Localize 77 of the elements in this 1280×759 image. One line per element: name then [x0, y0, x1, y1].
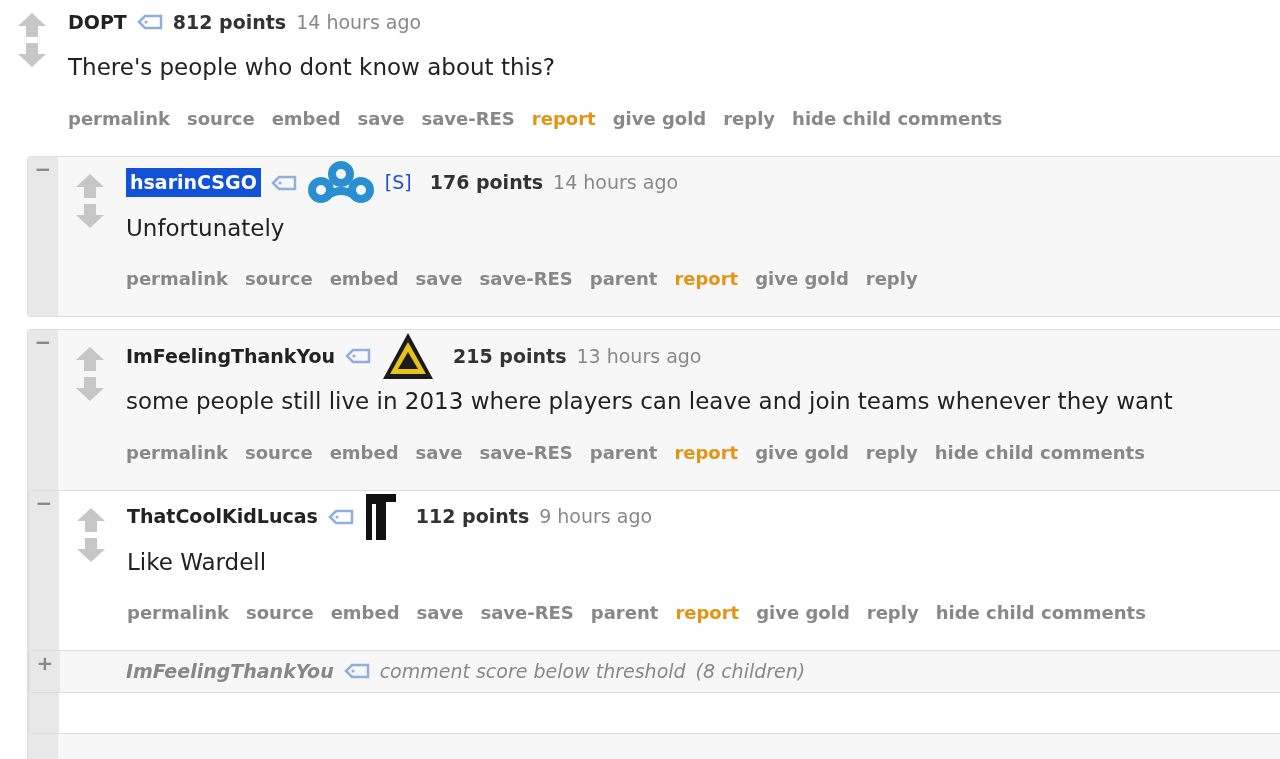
action-link[interactable]: save-RES	[479, 265, 573, 292]
downvote-icon[interactable]	[75, 376, 105, 402]
collapse-button[interactable]: −	[34, 330, 52, 354]
tag-icon	[270, 174, 297, 191]
triangle-icon	[381, 331, 436, 381]
username-link[interactable]: ImFeelingThankYou	[126, 341, 336, 371]
points-count: 112 points	[415, 504, 530, 530]
comment-text: Unfortunately	[126, 213, 286, 243]
action-link[interactable]: save	[357, 104, 405, 132]
action-link[interactable]: reply	[866, 599, 919, 626]
comment-text: some people still live in 2013 where players can leave and join teams whenever they want	[126, 387, 1174, 416]
collapse-button[interactable]: −	[35, 490, 53, 515]
action-link[interactable]: permalink	[127, 599, 229, 626]
action-link[interactable]: save-RES	[479, 438, 573, 466]
timestamp: 14 hours ago	[296, 9, 422, 35]
username-link[interactable]: DOPT	[68, 7, 127, 37]
logo-icon	[363, 491, 398, 542]
children-count: (8 children)	[695, 659, 806, 684]
username-link[interactable]: ImFeelingThankYou	[126, 657, 334, 686]
action-link[interactable]: parent	[590, 599, 659, 626]
action-link[interactable]: permalink	[68, 104, 170, 132]
tag-icon	[345, 348, 372, 364]
report-link[interactable]: report	[675, 599, 740, 626]
action-link[interactable]: save-RES	[480, 599, 574, 626]
timestamp: 14 hours ago	[553, 170, 679, 196]
tag-icon	[343, 663, 370, 680]
upvote-icon[interactable]	[76, 506, 106, 533]
action-link[interactable]: source	[187, 104, 255, 132]
comment-text: Like Wardell	[127, 547, 268, 577]
action-link[interactable]: save	[415, 265, 463, 292]
action-link[interactable]: save	[416, 599, 464, 626]
action-link[interactable]: save	[415, 438, 463, 466]
action-link[interactable]: hide child comments	[934, 438, 1145, 466]
username-link[interactable]: hsarinCSGO	[126, 168, 261, 197]
action-link[interactable]: give gold	[755, 265, 849, 292]
collapse-button[interactable]: −	[34, 156, 52, 181]
action-link[interactable]: reply	[865, 265, 918, 292]
action-link[interactable]: hide child comments	[792, 104, 1003, 132]
action-link[interactable]: give gold	[755, 438, 849, 466]
report-link[interactable]: report	[674, 438, 739, 466]
action-link[interactable]: embed	[329, 438, 399, 466]
action-link[interactable]: parent	[589, 438, 658, 466]
downvote-icon[interactable]	[76, 536, 106, 563]
action-link[interactable]: embed	[271, 104, 341, 132]
action-link[interactable]: hide child comments	[935, 599, 1146, 626]
points-count: 176 points	[429, 170, 544, 196]
action-link[interactable]: embed	[329, 265, 399, 292]
downvote-icon[interactable]	[17, 42, 47, 68]
action-link[interactable]: source	[245, 265, 313, 292]
report-link[interactable]: report	[674, 265, 739, 292]
action-link[interactable]: give gold	[612, 104, 707, 132]
upvote-icon[interactable]	[75, 346, 105, 372]
submitter-tag: [S]	[384, 168, 412, 197]
action-link[interactable]: source	[246, 599, 314, 626]
cloud-icon	[306, 159, 375, 206]
username-link[interactable]: ThatCoolKidLucas	[127, 502, 318, 531]
action-link[interactable]: permalink	[126, 265, 228, 292]
action-link[interactable]: reply	[723, 104, 776, 132]
downvote-icon[interactable]	[75, 202, 105, 229]
upvote-icon[interactable]	[17, 12, 47, 38]
action-link[interactable]: save-RES	[421, 104, 515, 132]
tag-icon	[136, 14, 163, 30]
comment-text: There's people who dont know about this?	[68, 53, 557, 82]
tag-icon	[327, 508, 354, 525]
action-link[interactable]: parent	[589, 265, 658, 292]
collapsed-note: comment score below threshold	[379, 659, 686, 684]
points-count: 812 points	[172, 9, 287, 35]
timestamp: 13 hours ago	[576, 343, 702, 369]
upvote-icon[interactable]	[75, 172, 105, 199]
action-link[interactable]: embed	[330, 599, 400, 626]
action-link[interactable]: reply	[865, 438, 918, 466]
points-count: 215 points	[453, 343, 567, 369]
action-link[interactable]: permalink	[126, 438, 228, 466]
action-link[interactable]: source	[245, 438, 313, 466]
timestamp: 9 hours ago	[539, 504, 653, 530]
report-link[interactable]: report	[531, 104, 596, 132]
action-link[interactable]: give gold	[756, 599, 850, 626]
